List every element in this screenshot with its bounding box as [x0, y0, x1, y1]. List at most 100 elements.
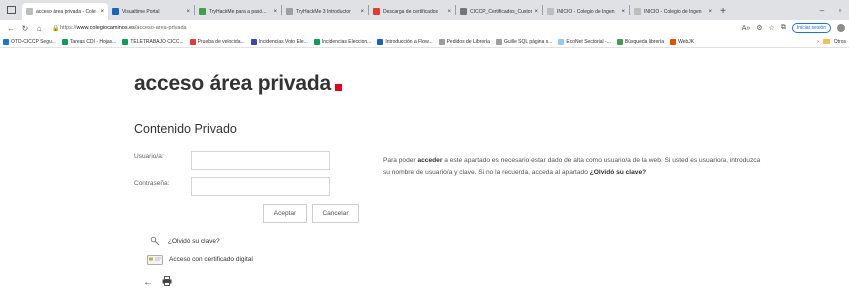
password-input[interactable]: [191, 177, 330, 196]
brand-square-icon: [335, 84, 343, 91]
tab-label: acceso área privada - Cole: [36, 8, 96, 15]
certificate-card-icon: [147, 254, 169, 265]
browser-tab[interactable]: TryHackMe para a pasó... ×: [195, 3, 281, 20]
tab-close-icon[interactable]: ×: [447, 9, 451, 15]
tab-favicon-icon: [26, 8, 33, 15]
bookmark-item[interactable]: Incidencias Eleccion...: [313, 38, 372, 45]
more-bookmarks-icon[interactable]: ›: [817, 39, 819, 45]
tab-favicon-icon: [199, 8, 206, 15]
forgot-password-link[interactable]: ¿Olvidó su clave?: [168, 238, 220, 245]
bookmark-label: WebJK: [678, 38, 695, 45]
tab-close-icon[interactable]: ×: [273, 9, 277, 15]
browser-tab[interactable]: Visualtime Portal ×: [108, 3, 194, 20]
tab-favicon-icon: [634, 8, 641, 15]
bookmark-label: Búsqueda librería: [624, 38, 665, 45]
bookmark-item[interactable]: Incidencias Voto Ele...: [250, 38, 308, 45]
page-title: acceso área privada: [134, 72, 343, 96]
bookmark-item[interactable]: TELETRABAJO CICC...: [122, 38, 184, 45]
bookmark-item[interactable]: Introducción a Flow...: [377, 38, 433, 45]
tab-label: CICCP_Certificados_Custod: [470, 8, 533, 15]
bookmarks-bar: OTD-CICCP Segu... Tareas CDI - Hojas... TE…: [0, 36, 849, 48]
browser-tab[interactable]: INICIO - Colegio de Ingen ×: [630, 3, 716, 20]
back-icon[interactable]: ←: [4, 21, 18, 35]
print-icon[interactable]: [162, 276, 172, 289]
bookmark-item[interactable]: Guille SQL página s...: [495, 38, 552, 45]
cancel-button[interactable]: Cancelar: [312, 204, 359, 223]
tab-favicon-icon: [460, 8, 467, 15]
bookmark-favicon-icon: [61, 38, 68, 45]
tab-label: Visualtime Portal: [122, 8, 160, 15]
profile-avatar-icon[interactable]: [837, 24, 845, 32]
home-icon[interactable]: ⌂: [32, 21, 46, 35]
bookmark-favicon-icon: [558, 38, 565, 45]
tab-label: INICIO - Colegio de Ingen: [557, 8, 615, 15]
forgot-password-row[interactable]: ¿Olvidó su clave?: [150, 236, 220, 246]
maximize-button[interactable]: ▫: [831, 6, 849, 15]
new-tab-button[interactable]: +: [716, 3, 730, 20]
bookmark-item[interactable]: EcoNet Sectorial -...: [558, 38, 611, 45]
back-arrow-icon[interactable]: ←: [143, 277, 153, 288]
bookmark-item[interactable]: OTD-CICCP Segu...: [3, 38, 56, 45]
page-title-text: acceso área privada: [134, 72, 332, 95]
tab-close-icon[interactable]: ×: [534, 9, 538, 15]
bookmark-label: Incidencias Voto Ele...: [258, 38, 308, 45]
bookmark-favicon-icon: [250, 38, 257, 45]
tab-close-icon[interactable]: ×: [100, 9, 104, 15]
browser-tab[interactable]: Descarga de certificados ×: [369, 3, 455, 20]
bookmark-favicon-icon: [189, 38, 196, 45]
extensions-icon[interactable]: ⚙: [756, 24, 762, 32]
accept-button[interactable]: Aceptar: [263, 204, 307, 223]
reload-icon[interactable]: ↻: [18, 21, 32, 35]
read-aloud-icon[interactable]: A»: [742, 25, 751, 32]
bookmark-favicon-icon: [495, 38, 502, 45]
tab-strip: acceso área privada - Cole × Visualtime Po…: [0, 0, 849, 20]
minimize-button[interactable]: –: [813, 6, 831, 15]
tab-close-icon[interactable]: ×: [186, 9, 190, 15]
url-scheme: https://: [60, 25, 77, 31]
collections-icon[interactable]: ⧉: [781, 24, 786, 32]
tab-label: TryHackMe para a pasó...: [209, 8, 267, 15]
bookmark-item[interactable]: Búsqueda librería: [616, 38, 665, 45]
favorite-star-icon[interactable]: ☆: [769, 24, 775, 32]
bookmark-label: TELETRABAJO CICC...: [130, 38, 184, 45]
tab-label: INICIO - Colegio de Ingen: [644, 8, 702, 15]
bookmark-item[interactable]: Pedidos de Librería: [438, 38, 490, 45]
browser-tab[interactable]: CICCP_Certificados_Custod ×: [456, 3, 542, 20]
bookmark-item[interactable]: Prueba de velocida...: [189, 38, 245, 45]
tab-favicon-icon: [286, 8, 293, 15]
bookmark-label: Prueba de velocida...: [197, 38, 245, 45]
access-info-text: Para poder acceder a este apartado es ne…: [383, 155, 763, 179]
certificate-row[interactable]: Acceso con certificado digital: [147, 254, 253, 265]
user-label: Usuario/a:: [134, 153, 164, 160]
bookmark-favicon-icon: [670, 38, 677, 45]
tab-close-icon[interactable]: ×: [360, 9, 364, 15]
other-bookmarks[interactable]: Otros: [834, 39, 846, 45]
tab-favicon-icon: [373, 8, 380, 15]
tab-close-icon[interactable]: ×: [621, 9, 625, 15]
info-text-bold: acceder: [417, 157, 443, 164]
browser-toolbar: ← ↻ ⌂ 🔒 https://www.colegiocaminos.es/ac…: [0, 20, 849, 36]
address-bar[interactable]: 🔒 https://www.colegiocaminos.es/acceso-a…: [52, 25, 742, 32]
tab-favicon-icon: [547, 8, 554, 15]
bookmark-label: Tareas CDI - Hojas...: [69, 38, 117, 45]
bookmark-item[interactable]: Tareas CDI - Hojas...: [61, 38, 117, 45]
tab-close-icon[interactable]: ×: [708, 9, 712, 15]
bookmark-label: Incidencias Eleccion...: [321, 38, 372, 45]
window-menu-icon[interactable]: [0, 0, 22, 20]
browser-tab[interactable]: INICIO - Colegio de Ingen ×: [543, 3, 629, 20]
bookmark-label: Introducción a Flow...: [385, 38, 433, 45]
url-path: /acceso-area-privada: [134, 25, 187, 31]
bookmark-favicon-icon: [616, 38, 623, 45]
browser-tab[interactable]: TryHackMe 3 Introductor ×: [282, 3, 368, 20]
bookmark-item[interactable]: WebJK: [670, 38, 695, 45]
tab-label: TryHackMe 3 Introductor: [296, 8, 351, 15]
url-domain: www.colegiocaminos.es: [76, 25, 135, 31]
folder-icon: [822, 39, 830, 44]
bookmark-label: Pedidos de Librería: [446, 38, 490, 45]
info-text-pre: Para poder: [383, 157, 418, 164]
certificate-access-link[interactable]: Acceso con certificado digital: [169, 256, 253, 263]
signin-button[interactable]: Iniciar sesión: [791, 23, 831, 33]
user-input[interactable]: [191, 151, 330, 170]
info-forgot-link[interactable]: ¿Olvidó su clave?: [590, 169, 646, 176]
browser-tab[interactable]: acceso área privada - Cole ×: [22, 3, 108, 20]
